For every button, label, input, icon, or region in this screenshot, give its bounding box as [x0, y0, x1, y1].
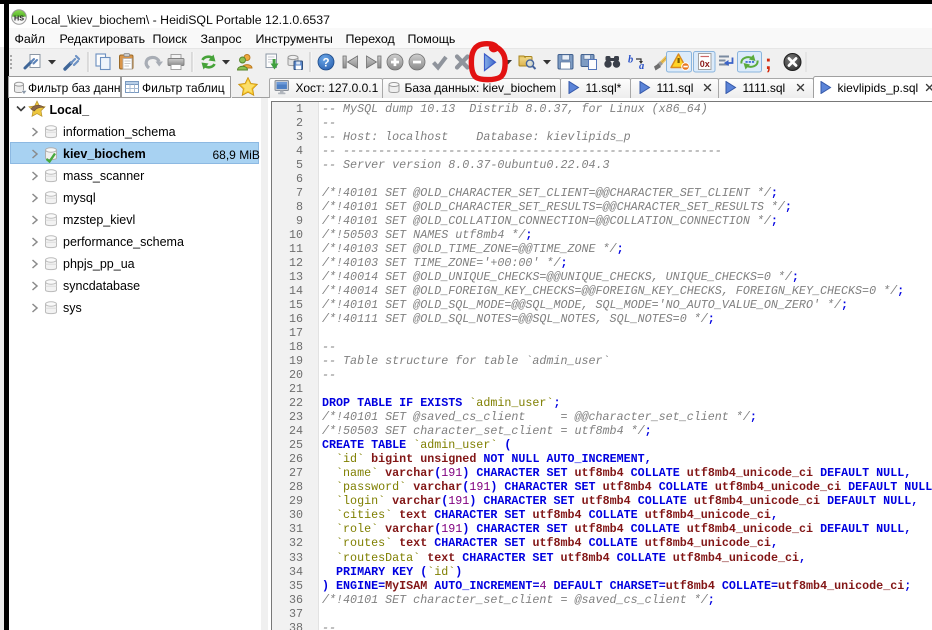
svg-text:?: ? — [322, 57, 329, 69]
svg-text:b: b — [628, 55, 633, 66]
svg-text:HS: HS — [14, 13, 24, 22]
svg-text:0x: 0x — [700, 59, 710, 69]
svg-text:;: ; — [765, 52, 772, 74]
